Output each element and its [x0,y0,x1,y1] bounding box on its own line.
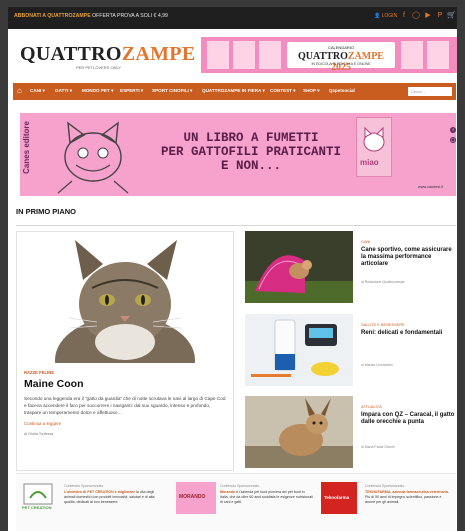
nav-item-mondo-pet[interactable]: MONDO PET ▾ [82,88,113,94]
side-article-2-category[interactable]: SALUTE E BENESSERE [361,322,405,327]
teknofarma-logo: Teknofarma [321,482,357,514]
logo-tagline: PER PETLOVERS ONLY [76,65,122,70]
sponsor-3-text: TEKNOFARMA, azienda farmaceutica veterin… [365,490,451,505]
logo-wordmark: QUATTROZAMPE [20,43,195,66]
sponsored-content-row: PET CREATION Contenuto Sponsorizzato L'o… [16,473,456,531]
nav-item-gatti[interactable]: GATTI ▾ [55,88,72,94]
side-article-2[interactable]: SALUTE E BENESSERE Reni: delicati e fond… [245,314,456,386]
page: ABBONATI A QUATTROZAMPE OFFERTA PROVA A … [8,7,457,531]
kidney-test-image[interactable] [245,314,353,386]
side-article-3-author: di Maria Paola Gianni [361,445,395,449]
logo-zampe: ZAMPE [121,43,196,65]
main-article-category[interactable]: RAZZE FELINE [24,370,54,375]
banner-url: www.caneesi.it [418,185,444,189]
sponsor-1-text: L'obiettivo di PET CREATION è migliorare… [64,490,158,505]
facebook-icon[interactable]: f [400,12,408,20]
main-article-author: di Giulia Sellema [24,431,54,436]
urine-test-photo [245,314,353,386]
login-label: LOGIN [381,13,398,19]
side-article-3[interactable]: ATTUALITÀ Impara con QZ – Caracal, il ga… [245,396,456,468]
login-link[interactable]: 👤 LOGIN [374,13,397,19]
side-article-1-category[interactable]: CANI [361,239,370,244]
banner-headline: UN LIBRO A FUMETTI PER GATTOFILI PRATICA… [146,131,356,173]
ad-calendar-label: CALENDARIO [327,45,354,50]
youtube-icon[interactable]: ▶ [424,12,432,20]
caracal-image[interactable] [245,396,353,468]
cartoon-cat-image [57,121,129,194]
section-divider [16,225,456,226]
side-article-3-title[interactable]: Impara con QZ – Caracal, il gatto dalle … [361,412,455,426]
home-icon[interactable]: ⌂ [17,86,22,95]
side-article-3-category[interactable]: ATTUALITÀ [361,404,382,409]
sponsor-1-bold: L'obiettivo di PET CREATION è migliorare [64,490,136,494]
logo-quattro: QUATTRO [20,43,122,65]
pet-creation-logo: PET CREATION [20,482,56,514]
side-article-2-title[interactable]: Reni: delicati e fondamentali [361,330,455,337]
section-title: IN PRIMO PIANO [16,207,77,216]
cart-icon[interactable]: 🛒 [447,12,456,20]
main-nav: ⌂ CANI ▾ GATTI ▾ MONDO PET ▾ ESPERTI ▾ S… [13,83,456,100]
side-article-1[interactable]: CANI Cane sportivo, come assicurare la m… [245,231,456,303]
sponsor-pet-creation[interactable]: PET CREATION Contenuto Sponsorizzato L'o… [20,482,160,526]
site-logo[interactable]: QUATTROZAMPE PER PETLOVERS ONLY [20,43,195,73]
headline-line-1: UN LIBRO A FUMETTI [183,131,319,145]
sponsor-3-label: Contenuto Sponsorizzato [365,484,405,488]
ad-card: CALENDARIO QUATTROZAMPE 2025 IN EDICOLA … [287,42,395,73]
side-article-2-author: di Marisa Leonardini [361,363,393,367]
nav-item-sport-cinofili[interactable]: SPORT CINOFILI ▾ [152,88,192,94]
sponsor-2-bold: Morando [220,490,236,494]
pinterest-icon[interactable]: P [436,12,444,20]
comic-book-ad[interactable]: Canes editore UN LIBRO A FUMETTI PER GAT… [20,113,456,196]
read-more-link[interactable]: Continua a leggere [24,421,61,426]
instagram-icon[interactable]: ◯ [450,137,456,143]
main-article-title[interactable]: Maine Coon [24,378,84,390]
sponsor-2-text: Morando è l'azienda pet food pioniera de… [220,490,314,505]
facebook-icon[interactable]: f [450,127,456,133]
promo-bold: ABBONATI A QUATTROZAMPE [14,13,91,19]
search-input[interactable]: Cerca ... [408,87,452,96]
main-article-card[interactable]: RAZZE FELINE Maine Coon Secondo una legg… [16,231,234,471]
sponsor-morando[interactable]: MORANDO Contenuto Sponsorizzato Morando … [176,482,316,526]
cat-photo [17,232,233,363]
nav-item-contest[interactable]: CONTEST ▾ [270,88,296,94]
promo-link[interactable]: ABBONATI A QUATTROZAMPE OFFERTA PROVA A … [14,13,168,19]
sponsor-3-body: Più di 50 anni di impegno scientifico, p… [365,495,442,504]
sponsor-1-label: Contenuto Sponsorizzato [64,484,104,488]
nav-item-esperti[interactable]: ESPERTI ▾ [120,88,143,94]
sponsor-teknofarma[interactable]: Teknofarma Contenuto Sponsorizzato TEKNO… [321,482,453,526]
book-title: miao [360,158,379,167]
ad-brand-a: QUATTRO [298,51,348,62]
morando-logo-text: MORANDO [179,494,206,500]
instagram-icon[interactable]: ◯ [412,12,420,20]
ad-subtitle: IN EDICOLA IN EDICOLA E ONLINE [311,62,371,66]
headline-line-2: PER GATTOFILI PRATICANTI [160,145,342,159]
maine-coon-image[interactable] [17,232,233,363]
nav-item-qzpetsocial[interactable]: Qzpetsocial [329,88,355,93]
morando-logo: MORANDO [176,482,216,514]
side-article-1-author: di Redazione Quattrozampe [361,280,405,284]
nav-item-qz-in-fiera[interactable]: QUATTROZAMPE IN FIERA ▾ [202,88,265,94]
teknofarma-logo-text: Teknofarma [324,495,350,500]
sponsor-3-bold: TEKNOFARMA, azienda farmaceutica veterin… [365,490,449,494]
top-bar: ABBONATI A QUATTROZAMPE OFFERTA PROVA A … [8,7,457,29]
banner-publisher: Canes editore [22,121,31,174]
pet-creation-logo-text: PET CREATION [22,505,52,510]
headline-line-3: E NON... [220,159,281,173]
caracal-photo [245,396,353,468]
book-cat-drawing [363,126,385,152]
book-cover: miao [356,117,392,177]
nav-item-cani[interactable]: CANI ▾ [30,88,45,94]
main-article-excerpt: Secondo una leggenda era il “gatto da gu… [24,396,226,415]
promo-rest: OFFERTA PROVA A SOLI € 4,99 [90,13,168,19]
nav-item-shop[interactable]: SHOP ▾ [303,88,320,94]
sponsor-2-label: Contenuto Sponsorizzato [220,484,260,488]
calendar-ad-banner[interactable]: CALENDARIO QUATTROZAMPE 2025 IN EDICOLA … [201,37,457,73]
dog-agility-image[interactable] [245,231,353,303]
side-article-1-title[interactable]: Cane sportivo, come assicurare la massim… [361,247,455,269]
agility-photo [245,231,353,303]
